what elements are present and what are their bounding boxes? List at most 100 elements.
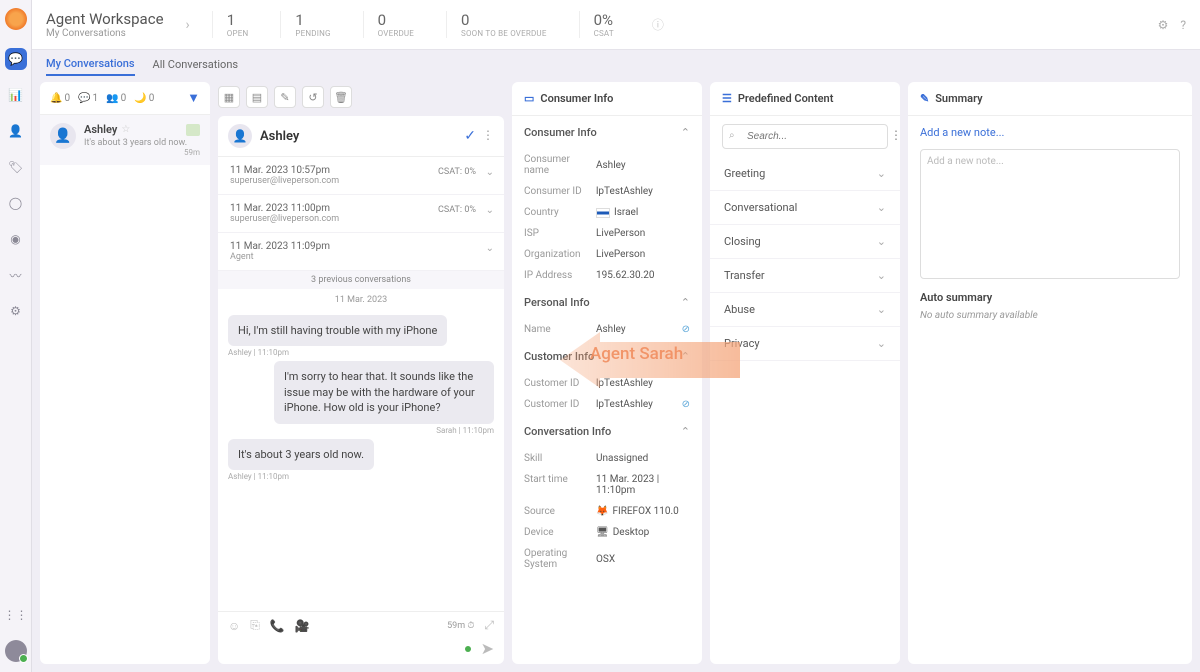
chevron-down-icon: ⌄: [877, 235, 886, 248]
chat-name: Ashley: [260, 129, 299, 144]
status-dot: [465, 646, 471, 652]
message-agent: I'm sorry to hear that. It sounds like t…: [228, 361, 494, 434]
agent-avatar[interactable]: [5, 640, 27, 662]
channel-icon: [186, 124, 200, 136]
emoji-icon[interactable]: ☺: [228, 619, 240, 633]
nav-globe-icon[interactable]: ◉: [5, 228, 27, 250]
expand-icon[interactable]: ⤢: [484, 618, 494, 633]
tb-history-icon[interactable]: ↺: [302, 86, 324, 108]
send-icon[interactable]: ➤: [481, 639, 494, 658]
auto-summary-text: No auto summary available: [920, 310, 1180, 321]
conversation-item[interactable]: 👤 Ashley ☆ It's about 3 years old now. 5…: [40, 115, 210, 165]
tb-delete-icon[interactable]: 🗑: [330, 86, 352, 108]
chat-more-icon[interactable]: ⋮: [482, 128, 494, 144]
nav-tune-icon[interactable]: 〰: [5, 264, 27, 286]
tab-my-conversations[interactable]: My Conversations: [46, 57, 135, 76]
consumer-avatar-icon: 👤: [50, 123, 76, 149]
chevron-up-icon: ⌃: [681, 350, 690, 363]
predefined-category[interactable]: Conversational⌄: [710, 191, 900, 225]
count-overdue: 🔔0: [50, 93, 70, 104]
count-idle: 🌙0: [134, 93, 154, 104]
conversation-list-panel: 🔔0 💬1 👥0 🌙0 ▼ 👤 Ashley ☆ It's about: [40, 82, 210, 664]
history-item[interactable]: 11 Mar. 2023 11:09pm Agent ⌄: [218, 233, 504, 271]
auto-summary-heading: Auto summary: [920, 291, 1180, 304]
predefined-category[interactable]: Transfer⌄: [710, 259, 900, 293]
section-consumer-info[interactable]: Consumer Info⌃: [512, 116, 702, 149]
add-note-link[interactable]: Add a new note...: [908, 116, 1192, 149]
stat-soon-value: 0: [461, 11, 469, 29]
chevron-down-icon[interactable]: ⌄: [486, 167, 494, 178]
video-icon[interactable]: 🎥: [295, 619, 310, 633]
search-icon: ⌕: [729, 130, 735, 141]
composer: ☺ ⎘ 📞 🎥 59m ⏱ ⤢ ➤: [218, 611, 504, 664]
note-icon: ✎: [920, 92, 929, 105]
attach-icon[interactable]: ⎘: [250, 618, 260, 633]
settings-icon[interactable]: ⚙: [1158, 18, 1169, 32]
help-icon[interactable]: ?: [1180, 18, 1186, 32]
tab-all-conversations[interactable]: All Conversations: [153, 58, 239, 75]
count-pending: 👥0: [106, 93, 126, 104]
workspace-chevron-icon[interactable]: ›: [182, 17, 194, 33]
chevron-down-icon: ⌄: [877, 167, 886, 180]
chevron-down-icon: ⌄: [877, 201, 886, 214]
section-customer-info[interactable]: Customer Info⌃: [512, 340, 702, 373]
conversation-item-name: Ashley: [84, 123, 117, 136]
star-icon: ☆: [121, 124, 130, 135]
nav-people-icon[interactable]: 👤: [5, 120, 27, 142]
section-conversation-info[interactable]: Conversation Info⌃: [512, 415, 702, 448]
summary-panel: ✎Summary Add a new note... Add a new not…: [908, 82, 1192, 664]
conversation-preview: It's about 3 years old now.: [84, 138, 200, 148]
search-more-icon[interactable]: ⋮: [890, 128, 900, 142]
chevron-down-icon[interactable]: ⌄: [486, 205, 494, 216]
predefined-category[interactable]: Privacy⌄: [710, 327, 900, 361]
tb-card-icon[interactable]: ▦: [218, 86, 240, 108]
chevron-up-icon: ⌃: [681, 425, 690, 438]
tb-edit-icon[interactable]: ✎: [274, 86, 296, 108]
previous-conversations-label: 3 previous conversations: [218, 271, 504, 289]
history-item[interactable]: 11 Mar. 2023 11:00pm superuser@liveperso…: [218, 195, 504, 233]
brand-logo: [5, 8, 27, 30]
chevron-down-icon: ⌄: [877, 303, 886, 316]
date-divider: 11 Mar. 2023: [218, 289, 504, 311]
predefined-category[interactable]: Greeting⌄: [710, 157, 900, 191]
stat-overdue-value: 0: [378, 11, 386, 29]
section-personal-info[interactable]: Personal Info⌃: [512, 286, 702, 319]
chat-avatar-icon: 👤: [228, 124, 252, 148]
history-item[interactable]: 11 Mar. 2023 10:57pm superuser@liveperso…: [218, 157, 504, 195]
predefined-category[interactable]: Closing⌄: [710, 225, 900, 259]
consumer-info-panel: ▭Consumer Info Consumer Info⌃ Consumer n…: [512, 82, 702, 664]
resolve-icon[interactable]: ✓: [464, 128, 476, 144]
list-icon: ☰: [722, 92, 732, 105]
apps-grid-icon[interactable]: ⋮⋮: [5, 604, 27, 626]
predefined-category[interactable]: Abuse⌄: [710, 293, 900, 327]
top-bar: Agent Workspace My Conversations › 1OPEN…: [32, 0, 1200, 50]
message-customer: It's about 3 years old now. Ashley | 11:…: [228, 439, 494, 481]
predefined-search-input[interactable]: [722, 124, 888, 149]
conversation-time: 59m: [84, 148, 200, 157]
flag-icon: [596, 208, 610, 218]
call-icon[interactable]: 📞: [270, 619, 285, 633]
filter-icon[interactable]: ▼: [187, 90, 200, 106]
stat-open-value: 1: [227, 11, 235, 29]
nav-analytics-icon[interactable]: 📊: [5, 84, 27, 106]
stat-csat-value: 0%: [594, 11, 613, 29]
chevron-up-icon: ⌃: [681, 126, 690, 139]
timer-label: 59m ⏱: [447, 621, 474, 631]
info-icon[interactable]: ⓘ: [652, 16, 664, 33]
nav-conversations-icon[interactable]: 💬: [5, 48, 27, 70]
note-textarea[interactable]: Add a new note...: [920, 149, 1180, 279]
message-customer: Hi, I'm still having trouble with my iPh…: [228, 315, 494, 357]
verified-icon: ⊘: [682, 324, 690, 335]
chat-toolbar: ▦ ▤ ✎ ↺ 🗑: [218, 82, 504, 116]
predefined-content-panel: ☰Predefined Content ⌕ ⋮ Greeting⌄ Conver…: [710, 82, 900, 664]
workspace-title: Agent Workspace: [46, 10, 164, 28]
nav-users-icon[interactable]: ◯: [5, 192, 27, 214]
chevron-down-icon[interactable]: ⌄: [486, 243, 494, 254]
stat-pending-value: 1: [295, 11, 303, 29]
id-card-icon: ▭: [524, 92, 534, 105]
verified-icon: ⊘: [682, 399, 690, 410]
nav-tags-icon[interactable]: 🏷: [5, 156, 27, 178]
nav-sliders-icon[interactable]: ⚙: [5, 300, 27, 322]
tb-table-icon[interactable]: ▤: [246, 86, 268, 108]
chevron-down-icon: ⌄: [877, 269, 886, 282]
